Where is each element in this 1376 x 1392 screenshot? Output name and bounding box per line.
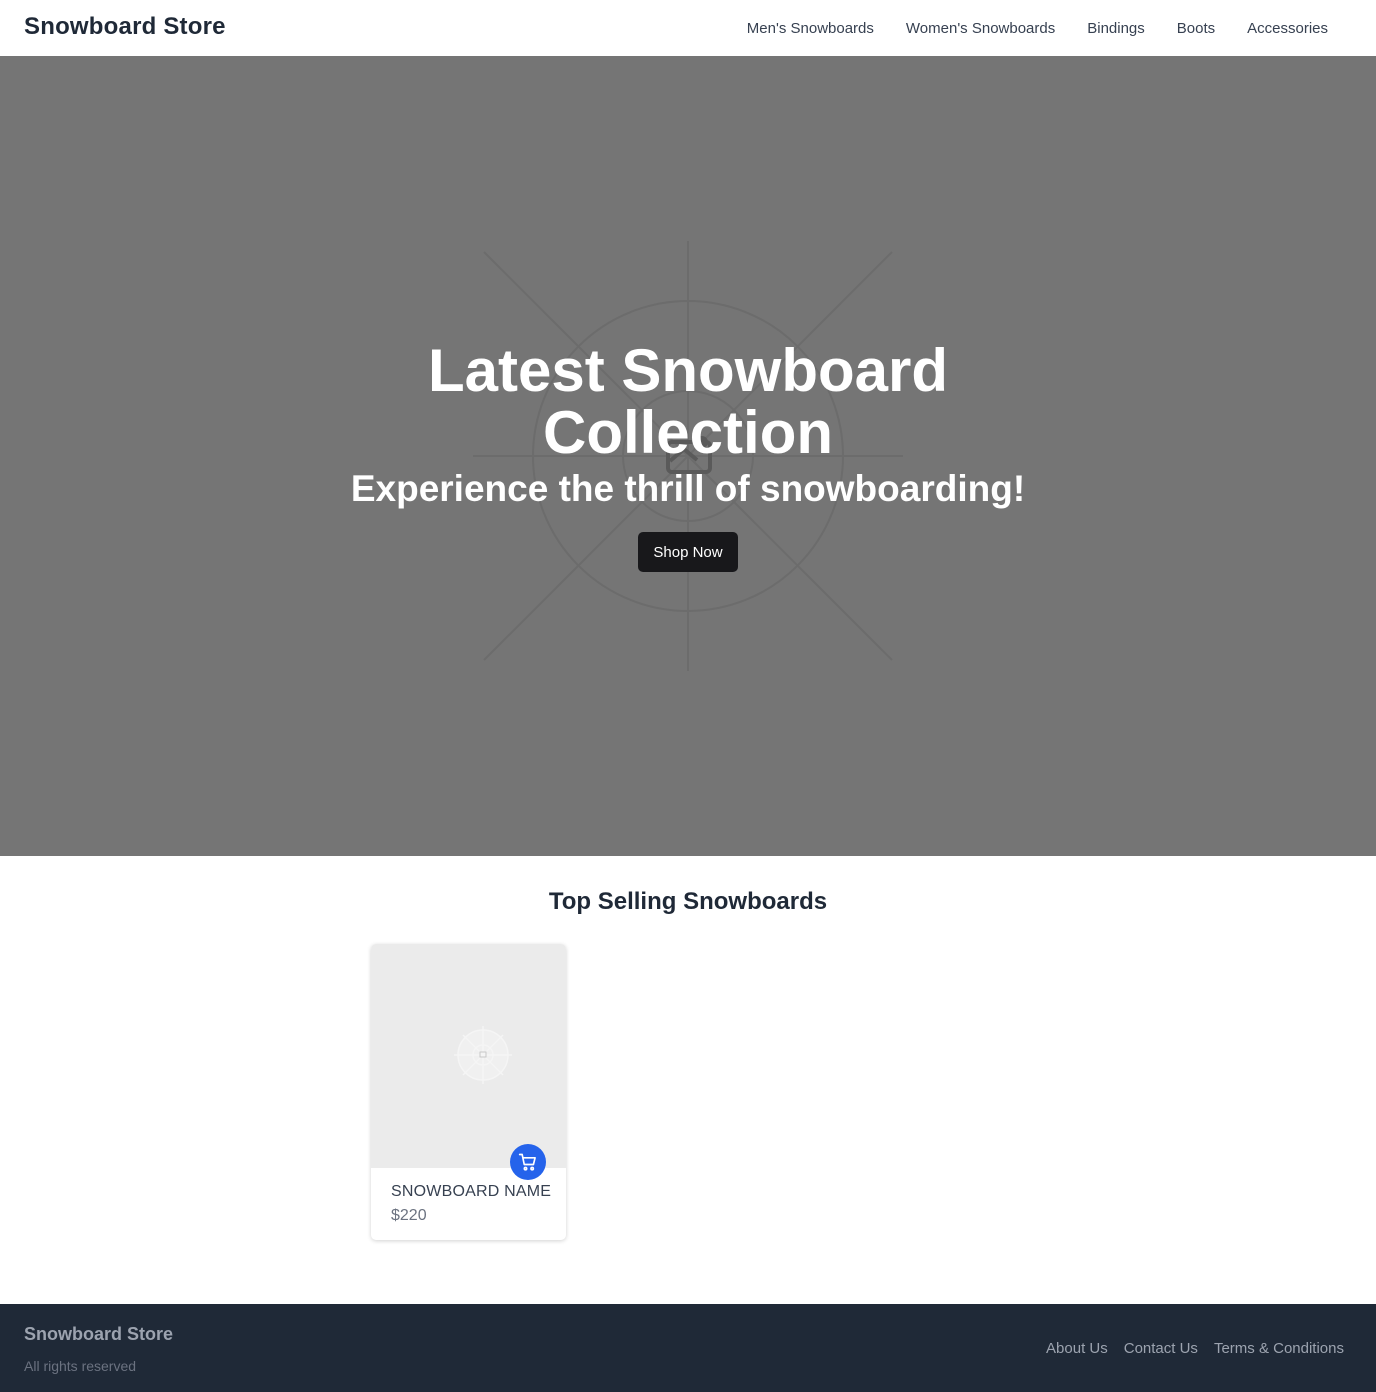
shop-now-button[interactable]: Shop Now: [638, 532, 738, 572]
hero-subtitle: Experience the thrill of snowboarding!: [350, 468, 1026, 509]
footer-link-terms[interactable]: Terms & Conditions: [1214, 1340, 1344, 1357]
hero-title-line-1: Latest Snowboard: [427, 337, 949, 404]
nav-link-womens-snowboards[interactable]: Women's Snowboards: [906, 20, 1055, 37]
image-placeholder-icon: [454, 1026, 512, 1084]
footer-link-contact-us[interactable]: Contact Us: [1124, 1340, 1198, 1357]
product-image[interactable]: [371, 944, 566, 1168]
add-to-cart-button[interactable]: [510, 1144, 546, 1180]
product-name[interactable]: SNOWBOARD NAME: [391, 1183, 551, 1201]
section-title-top-selling: Top Selling Snowboards: [548, 888, 828, 915]
nav-link-accessories[interactable]: Accessories: [1247, 20, 1328, 37]
hero-banner: Latest Snowboard Collection Experience t…: [0, 56, 1376, 856]
footer-brand: Snowboard Store: [24, 1324, 174, 1344]
shopping-cart-icon: [518, 1153, 536, 1171]
footer-copyright: All rights reserved: [24, 1358, 137, 1374]
site-logo[interactable]: Snowboard Store: [24, 13, 226, 41]
footer-link-about-us[interactable]: About Us: [1046, 1340, 1108, 1357]
product-price: $220: [391, 1207, 427, 1224]
footer-links: About Us Contact Us Terms & Conditions: [1046, 1340, 1344, 1357]
nav-link-bindings[interactable]: Bindings: [1087, 20, 1145, 37]
site-header: Snowboard Store Men's Snowboards Women's…: [0, 0, 1376, 56]
product-card[interactable]: SNOWBOARD NAME $220: [371, 944, 566, 1240]
hero-title-line-2: Collection: [542, 399, 833, 466]
nav-link-boots[interactable]: Boots: [1177, 20, 1215, 37]
hero-title: Latest Snowboard Collection: [0, 340, 1376, 464]
site-footer: Snowboard Store All rights reserved Abou…: [0, 1304, 1376, 1392]
nav-link-mens-snowboards[interactable]: Men's Snowboards: [747, 20, 874, 37]
main-nav: Men's Snowboards Women's Snowboards Bind…: [747, 0, 1328, 56]
